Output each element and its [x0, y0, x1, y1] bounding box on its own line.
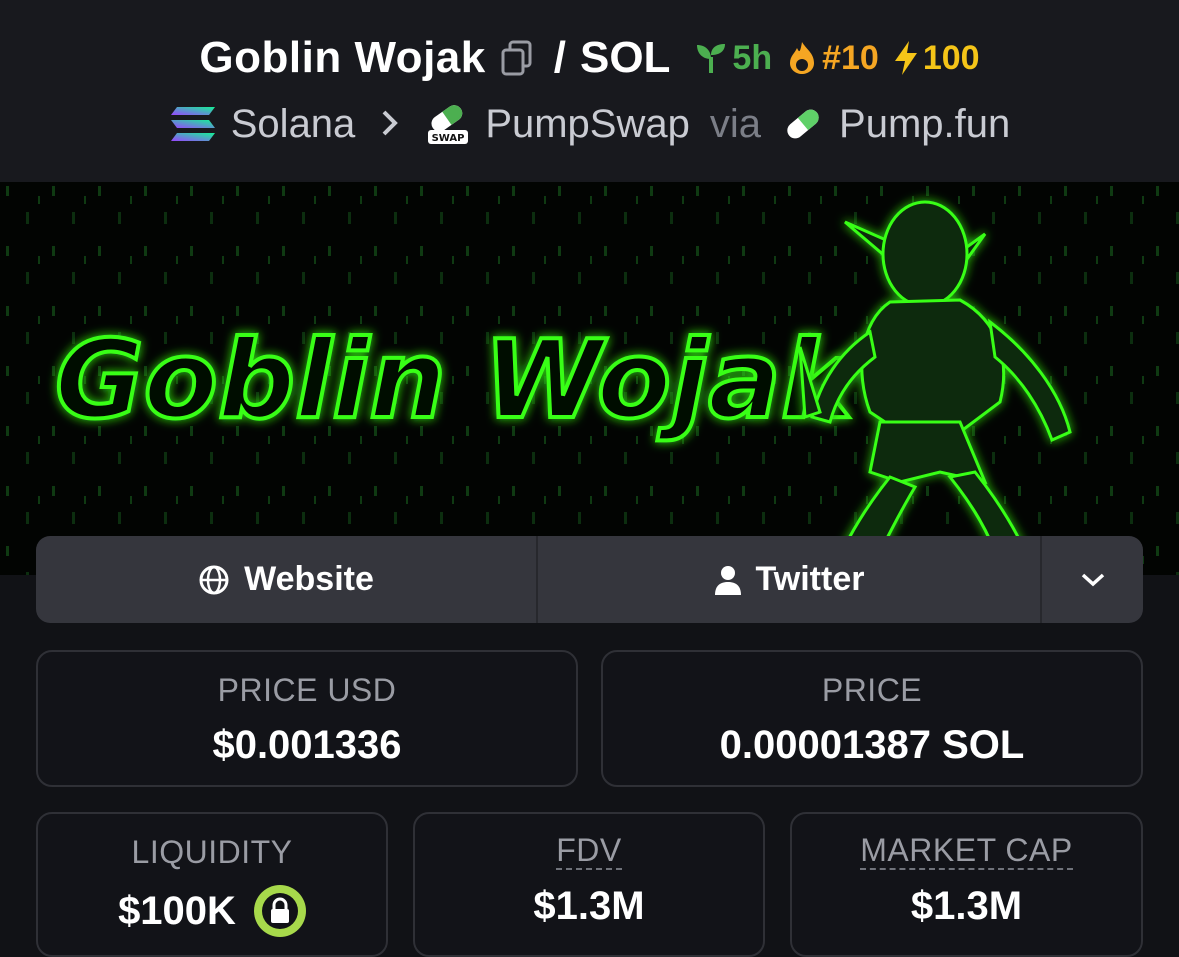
twitter-label: Twitter: [755, 560, 865, 598]
via-label: via: [709, 101, 762, 146]
liquidity-value: $100K: [118, 888, 236, 933]
pill-icon: [781, 104, 825, 144]
token-banner: Goblin Wojak: [0, 182, 1179, 575]
sprout-icon: [697, 44, 726, 73]
user-icon: [714, 565, 741, 595]
market-cap-label[interactable]: MARKET CAP: [860, 833, 1073, 870]
price-usd-label: PRICE USD: [217, 672, 397, 708]
market-cap-value: $1.3M: [910, 883, 1023, 928]
more-links-button[interactable]: [1042, 536, 1143, 623]
boost-value: 100: [922, 38, 980, 77]
pumpswap-icon-label: SWAP: [432, 133, 465, 144]
dex-link[interactable]: PumpSwap: [485, 102, 690, 147]
fdv-value: $1.3M: [533, 883, 645, 928]
pair-separator: /: [553, 33, 566, 82]
price-native-value: 0.00001387 SOL: [719, 723, 1025, 767]
fdv-card: FDV $1.3M: [413, 812, 765, 957]
liquidity-card: LIQUIDITY $100K: [36, 812, 388, 957]
liquidity-value-row: $100K: [118, 885, 306, 937]
age-value: 5h: [732, 38, 773, 77]
lock-icon[interactable]: [253, 885, 306, 937]
trending-rank: #10: [822, 38, 879, 77]
age-badge: 5h: [694, 39, 772, 78]
pair-title-row: Goblin Wojak / SOL 5h #10 100: [0, 30, 1179, 86]
chevron-right-icon: [381, 102, 399, 147]
price-usd-card: PRICE USD $0.001336: [36, 650, 578, 787]
chevron-down-icon: [1081, 573, 1104, 586]
banner-artwork: Goblin Wojak: [0, 182, 1179, 575]
banner-title: Goblin Wojak: [55, 318, 859, 443]
quote-symbol: SOL: [579, 33, 671, 82]
copy-icon[interactable]: [500, 39, 534, 77]
fdv-label[interactable]: FDV: [556, 833, 622, 870]
flame-icon: [790, 42, 815, 74]
twitter-button[interactable]: Twitter: [538, 536, 1042, 623]
breadcrumb: Solana SWAP PumpSwap via Pump.fun: [0, 96, 1179, 152]
pumpswap-icon: SWAP: [425, 102, 471, 146]
trending-badge[interactable]: #10: [786, 39, 879, 78]
price-native-label: PRICE: [821, 672, 923, 708]
token-name: Goblin Wojak: [199, 33, 486, 82]
chain-link[interactable]: Solana: [231, 102, 356, 147]
boost-badge[interactable]: 100: [893, 39, 980, 78]
liquidity-label: LIQUIDITY: [131, 834, 293, 870]
lightning-icon: [894, 41, 917, 75]
market-cap-card: MARKET CAP $1.3M: [790, 812, 1143, 957]
price-usd-value: $0.001336: [212, 723, 402, 767]
launchpad-link[interactable]: Pump.fun: [839, 102, 1010, 147]
pair-header: Goblin Wojak / SOL 5h #10 100 Solana SWA…: [0, 0, 1179, 182]
website-label: Website: [244, 560, 374, 598]
solana-icon: [169, 104, 217, 144]
social-links-bar: Website Twitter: [36, 536, 1143, 623]
website-button[interactable]: Website: [36, 536, 538, 623]
price-native-card: PRICE 0.00001387 SOL: [601, 650, 1143, 787]
globe-icon: [199, 565, 229, 594]
